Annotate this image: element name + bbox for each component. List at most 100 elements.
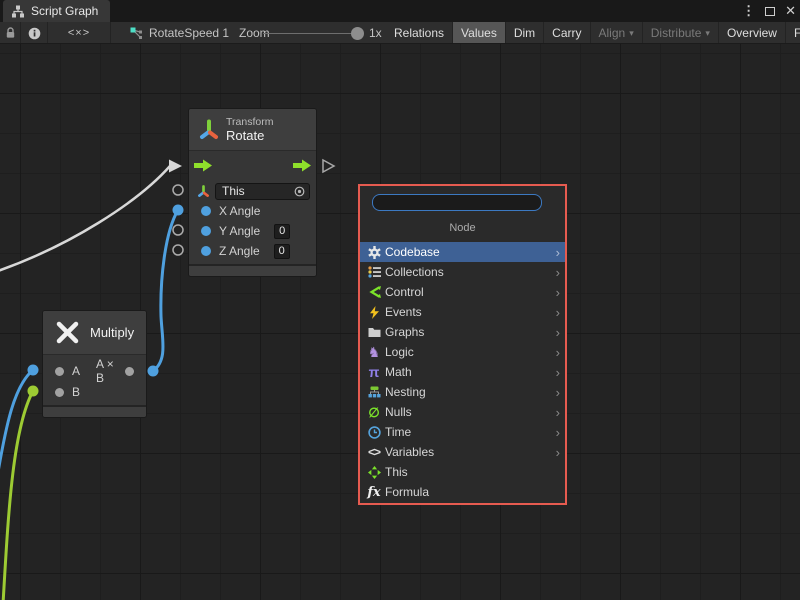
lightning-icon — [366, 306, 382, 319]
finder-item-events[interactable]: Events › — [360, 302, 565, 322]
finder-item-collections[interactable]: Collections › — [360, 262, 565, 282]
x-angle-port-row: X Angle — [189, 201, 316, 221]
finder-item-codebase[interactable]: Codebase › — [360, 242, 565, 262]
this-object-field[interactable]: This — [215, 183, 310, 200]
chevron-right-icon: › — [556, 426, 560, 439]
node-footer — [189, 264, 316, 276]
graph-breadcrumb[interactable]: RotateSpeed 1 — [130, 22, 229, 44]
maximize-icon[interactable] — [765, 7, 775, 16]
overview-button[interactable]: Overview — [719, 22, 786, 44]
this-field-value: This — [222, 184, 245, 198]
value-wire-blue[interactable] — [153, 210, 178, 371]
branch-icon — [366, 286, 382, 298]
graph-name: RotateSpeed 1 — [149, 26, 229, 40]
zoom-slider-track[interactable] — [263, 33, 359, 34]
nesting-icon — [366, 386, 382, 398]
value-wire-green[interactable] — [3, 391, 33, 600]
tab-script-graph[interactable]: Script Graph — [3, 0, 110, 22]
flow-wire-arrowhead — [169, 160, 182, 173]
code-view-button[interactable]: <×> — [48, 22, 111, 44]
finder-item-formula[interactable]: fx Formula — [360, 482, 565, 502]
value-port-dot[interactable] — [55, 367, 64, 376]
finder-item-nulls[interactable]: ∅ Nulls › — [360, 402, 565, 422]
node-title: Multiply — [90, 325, 134, 340]
menu-icon[interactable]: ⋮ — [742, 3, 755, 19]
value-port-dot[interactable] — [125, 367, 134, 376]
object-picker-icon[interactable] — [294, 186, 305, 197]
chevron-right-icon: › — [556, 326, 560, 339]
folder-icon — [366, 327, 382, 338]
wire-endpoint-dot — [28, 386, 39, 397]
angle-brackets-icon: <> — [366, 446, 382, 458]
node-multiply[interactable]: Multiply A A × B B — [42, 310, 147, 418]
distribute-dropdown[interactable]: Distribute ▾ — [643, 22, 719, 44]
finder-item-logic[interactable]: ♞ Logic › — [360, 342, 565, 362]
finder-search-field[interactable] — [372, 194, 542, 211]
visual-scripting-window: Script Graph ⋮ ✕ <×> — [0, 0, 800, 600]
finder-item-this[interactable]: This — [360, 462, 565, 482]
port-label: A × B — [96, 357, 117, 385]
window-controls: ⋮ ✕ — [742, 0, 796, 22]
this-icon — [366, 466, 382, 479]
port-label: X Angle — [219, 204, 260, 218]
node-title: Rotate — [226, 128, 273, 143]
z-angle-port-row: Z Angle 0 — [189, 241, 316, 261]
carry-button[interactable]: Carry — [544, 22, 590, 44]
finder-item-graphs[interactable]: Graphs › — [360, 322, 565, 342]
unconnected-port-socket[interactable] — [173, 245, 183, 255]
full-screen-button[interactable]: Full Screen — [786, 22, 800, 44]
zoom-slider-handle[interactable] — [351, 27, 364, 40]
unconnected-flow-socket[interactable] — [323, 160, 334, 172]
relations-button[interactable]: Relations — [386, 22, 453, 44]
flow-wire[interactable] — [0, 166, 170, 272]
unconnected-port-socket[interactable] — [173, 185, 183, 195]
info-button[interactable] — [21, 22, 48, 44]
b-port-row: B — [43, 382, 146, 402]
value-port-dot[interactable] — [201, 246, 211, 256]
value-port-dot[interactable] — [201, 226, 211, 236]
clock-icon — [366, 426, 382, 439]
values-button[interactable]: Values — [453, 22, 506, 44]
node-header: Transform Rotate — [189, 109, 316, 151]
tab-label: Script Graph — [31, 4, 98, 18]
a-port-row: A A × B — [43, 361, 146, 381]
value-port-dot[interactable] — [55, 388, 64, 397]
z-angle-value-field[interactable]: 0 — [274, 244, 290, 259]
node-footer — [43, 405, 146, 417]
finder-item-time[interactable]: Time › — [360, 422, 565, 442]
pi-icon: π — [366, 365, 382, 379]
finder-header: Node — [360, 222, 565, 234]
close-icon[interactable]: ✕ — [785, 3, 796, 19]
y-angle-value-field[interactable]: 0 — [274, 224, 290, 239]
flow-port-row — [189, 151, 316, 179]
lock-button[interactable] — [0, 22, 21, 44]
flow-input-arrow-icon[interactable] — [194, 159, 212, 172]
knight-icon: ♞ — [366, 345, 382, 359]
graph-toolbar: <×> RotateSpeed 1 Zoom 1x Relations Valu… — [0, 22, 800, 44]
value-wire-blue[interactable] — [0, 370, 33, 478]
finder-list: Codebase › Collections › — [360, 242, 565, 502]
graph-canvas[interactable]: Transform Rotate This — [0, 44, 800, 600]
search-input[interactable] — [384, 196, 539, 209]
align-dropdown[interactable]: Align ▾ — [591, 22, 643, 44]
list-icon — [366, 266, 382, 278]
finder-item-variables[interactable]: <> Variables › — [360, 442, 565, 462]
finder-item-control[interactable]: Control › — [360, 282, 565, 302]
fx-icon: fx — [366, 486, 382, 499]
script-graph-icon — [130, 27, 143, 40]
node-header: Multiply — [43, 311, 146, 355]
finder-item-nesting[interactable]: Nesting › — [360, 382, 565, 402]
code-icon: <×> — [68, 27, 90, 39]
flow-output-arrow-icon[interactable] — [293, 159, 311, 172]
unconnected-port-socket[interactable] — [173, 225, 183, 235]
node-transform-rotate[interactable]: Transform Rotate This — [188, 108, 317, 277]
chevron-down-icon: ▾ — [629, 28, 634, 39]
dim-button[interactable]: Dim — [506, 22, 544, 44]
chevron-right-icon: › — [556, 386, 560, 399]
node-category: Transform — [226, 116, 273, 128]
graph-icon — [11, 5, 25, 18]
finder-item-math[interactable]: π Math › — [360, 362, 565, 382]
chevron-right-icon: › — [556, 246, 560, 259]
value-port-dot[interactable] — [201, 206, 211, 216]
chevron-right-icon: › — [556, 306, 560, 319]
